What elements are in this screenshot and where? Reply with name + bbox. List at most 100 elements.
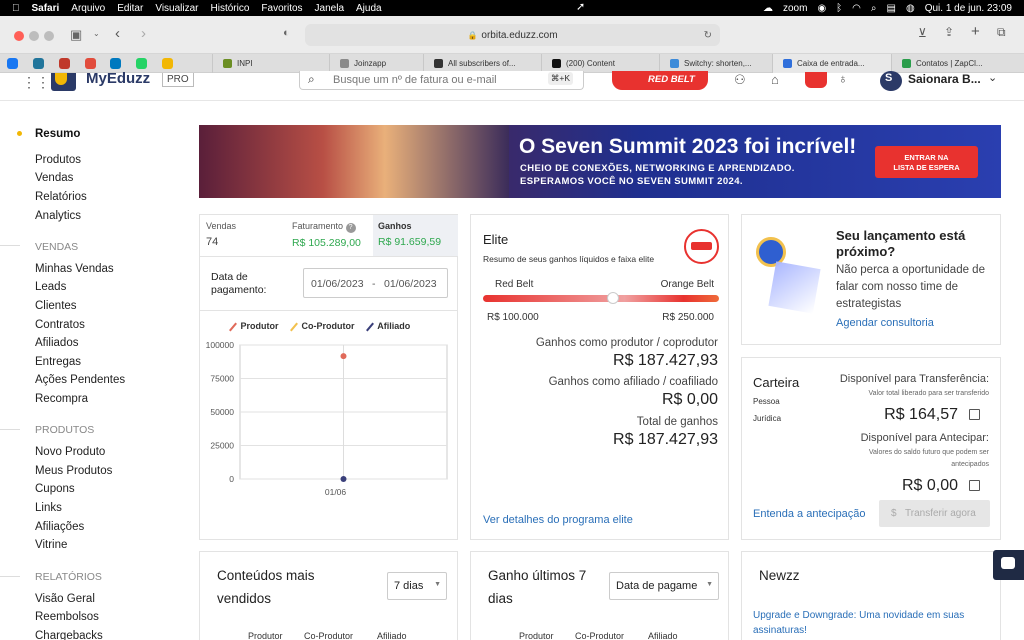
apple-icon[interactable]: : [12, 3, 20, 14]
data-point-produtor: [340, 353, 347, 360]
whatsapp-icon[interactable]: [136, 58, 147, 69]
sidebar-item-visao-geral[interactable]: Visão Geral: [35, 593, 95, 605]
control-center-icon[interactable]: ▤: [887, 3, 896, 14]
date-type-select[interactable]: Data de pagame ▼: [609, 572, 719, 600]
forward-icon[interactable]: ›: [141, 25, 146, 42]
menu-historico[interactable]: Histórico: [211, 3, 250, 14]
zoom-status[interactable]: zoom: [783, 3, 807, 14]
date-range-input[interactable]: 01/06/2023 - 01/06/2023: [303, 268, 448, 298]
date-from[interactable]: 01/06/2023: [311, 278, 364, 290]
menu-app-name[interactable]: Safari: [32, 3, 60, 14]
cloud-icon[interactable]: ☁: [763, 3, 773, 14]
siri-icon[interactable]: ◍: [906, 3, 915, 14]
sidebar-item-vitrine[interactable]: Vitrine: [35, 539, 67, 551]
menu-arquivo[interactable]: Arquivo: [71, 3, 105, 14]
col-produtor: Produtor: [519, 631, 554, 640]
chevron-down-icon[interactable]: ⌄: [93, 29, 100, 38]
close-window-button[interactable]: [14, 31, 24, 41]
bluetooth-icon[interactable]: ᛒ: [836, 3, 842, 14]
sidebar-item-novo-produto[interactable]: Novo Produto: [35, 446, 105, 458]
training-icon[interactable]: ⌂: [771, 72, 779, 87]
privacy-shield-icon[interactable]: ◐: [283, 27, 290, 39]
sidebar-item-chargebacks[interactable]: Chargebacks: [35, 630, 103, 640]
antecipacao-link[interactable]: Entenda a antecipação: [753, 508, 866, 520]
sidebar-item-afiliacoes[interactable]: Afiliações: [35, 521, 84, 533]
news-item-line2[interactable]: assinaturas!: [753, 625, 807, 636]
user-status-icon[interactable]: ◉: [817, 3, 826, 14]
wordpress-icon[interactable]: [33, 58, 44, 69]
zoom-window-button[interactable]: [44, 31, 54, 41]
sidebar-item-afiliados[interactable]: Afiliados: [35, 337, 78, 349]
sidebar-item-relatorios[interactable]: Relatórios: [35, 191, 87, 203]
facebook-icon[interactable]: [7, 58, 18, 69]
sidebar-item-cupons[interactable]: Cupons: [35, 483, 75, 495]
sidebar-item-recompra[interactable]: Recompra: [35, 393, 88, 405]
asana-icon[interactable]: [85, 58, 96, 69]
sidebar-item-reembolsos[interactable]: Reembolsos: [35, 611, 99, 623]
search-input[interactable]: Busque um nº de fatura ou e-mail: [333, 74, 497, 86]
period-select-value: 7 dias: [394, 580, 424, 592]
news-item-line1[interactable]: Upgrade e Downgrade: Uma novidade em sua…: [753, 610, 964, 621]
elite-details-link[interactable]: Ver detalhes do programa elite: [483, 514, 633, 526]
sidebar-divider: [0, 245, 20, 246]
sidebar-item-contratos[interactable]: Contratos: [35, 319, 85, 331]
seven-summit-banner[interactable]: O Seven Summit 2023 foi incrível! CHEIO …: [199, 125, 1001, 198]
menu-ajuda[interactable]: Ajuda: [356, 3, 382, 14]
user-name[interactable]: Saionara B...: [908, 72, 981, 86]
sidebar-item-vendas[interactable]: Vendas: [35, 172, 73, 184]
notifications-icon[interactable]: [805, 72, 827, 88]
legend-afiliado[interactable]: Afiliado: [365, 321, 410, 332]
help-icon[interactable]: ?: [345, 223, 356, 233]
legend-coprodutor[interactable]: Co-Produtor: [289, 321, 355, 332]
menu-visualizar[interactable]: Visualizar: [155, 3, 198, 14]
sidebar-item-links[interactable]: Links: [35, 502, 62, 514]
sidebar-item-resumo[interactable]: Resumo: [35, 128, 80, 140]
eduzz-tab-icon[interactable]: [162, 58, 173, 69]
menu-editar[interactable]: Editar: [117, 3, 143, 14]
date-to[interactable]: 01/06/2023: [384, 278, 437, 290]
team-icon[interactable]: ⚇: [734, 72, 746, 88]
tab-overview-icon[interactable]: ⧉: [997, 25, 1006, 40]
sidebar-item-acoes-pendentes[interactable]: Ações Pendentes: [35, 374, 125, 386]
transfer-value: R$ 164,57: [884, 406, 958, 423]
address-bar[interactable]: 🔒 orbita.eduzz.com ↻: [305, 24, 720, 46]
search-box[interactable]: ⌕ Busque um nº de fatura ou e-mail ⌘+K: [299, 71, 584, 90]
sidebar-item-meus-produtos[interactable]: Meus Produtos: [35, 465, 112, 477]
red-belt-badge[interactable]: RED BELT: [612, 71, 708, 90]
period-select[interactable]: 7 dias ▼: [387, 572, 447, 600]
minimize-window-button[interactable]: [29, 31, 39, 41]
lightbulb-icon[interactable]: ♁: [838, 71, 848, 86]
antecipar-checkbox[interactable]: [969, 480, 980, 491]
sidebar-item-clientes[interactable]: Clientes: [35, 300, 77, 312]
apps-grid-icon[interactable]: ⋮⋮: [22, 74, 50, 91]
transfer-now-button[interactable]: $ Transferir agora: [879, 500, 990, 527]
sidebar-item-produtos[interactable]: Produtos: [35, 154, 81, 166]
menu-clock[interactable]: Qui. 1 de jun. 23:09: [925, 3, 1012, 14]
tab-inbox[interactable]: Caixa de entrada...: [772, 54, 891, 73]
transfer-checkbox[interactable]: [969, 409, 980, 420]
spotlight-icon[interactable]: ⌕: [871, 3, 877, 14]
menu-janela[interactable]: Janela: [315, 3, 344, 14]
sidebar-item-minhas-vendas[interactable]: Minhas Vendas: [35, 263, 114, 275]
chevron-down-icon[interactable]: ⌄: [988, 71, 997, 84]
share-icon[interactable]: ⇪: [944, 25, 954, 39]
menu-favoritos[interactable]: Favoritos: [261, 3, 302, 14]
chat-widget-button[interactable]: [993, 550, 1024, 580]
pinned-tab-icon[interactable]: [59, 58, 70, 69]
trello-icon[interactable]: [110, 58, 121, 69]
elite-prod-value: R$ 187.427,93: [613, 352, 718, 369]
reload-icon[interactable]: ↻: [704, 30, 712, 41]
sidebar-toggle-icon[interactable]: ▣: [70, 27, 82, 43]
elite-progress-handle[interactable]: [606, 292, 619, 304]
new-tab-icon[interactable]: +: [971, 23, 980, 40]
sidebar-item-leads[interactable]: Leads: [35, 281, 66, 293]
waitlist-button[interactable]: ENTRAR NA LISTA DE ESPERA: [875, 146, 978, 178]
tab-contatos[interactable]: Contatos | ZapCl...: [891, 54, 1024, 73]
wifi-icon[interactable]: ◠: [852, 3, 861, 14]
legend-produtor[interactable]: Produtor: [228, 321, 279, 332]
back-icon[interactable]: ‹: [115, 25, 120, 42]
sidebar-item-analytics[interactable]: Analytics: [35, 210, 81, 222]
downloads-icon[interactable]: ⊻: [918, 26, 927, 40]
sidebar-item-entregas[interactable]: Entregas: [35, 356, 81, 368]
schedule-consultation-link[interactable]: Agendar consultoria: [836, 317, 934, 329]
